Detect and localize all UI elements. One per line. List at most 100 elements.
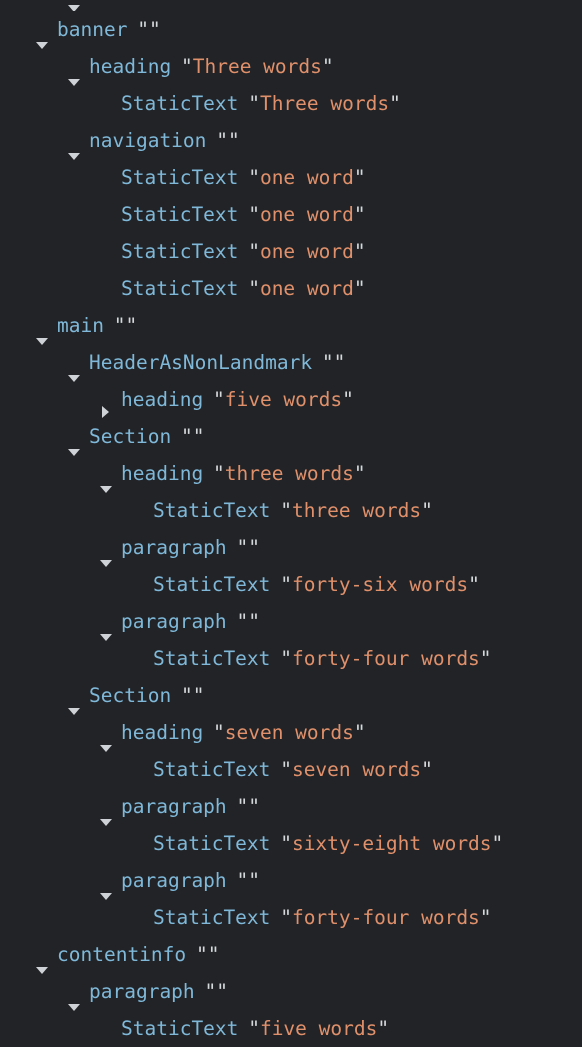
open-quote: ": [236, 795, 249, 818]
tree-row[interactable]: StaticText "one word": [0, 196, 582, 233]
open-quote: ": [180, 425, 193, 448]
tree-row-role: paragraph: [89, 980, 195, 1003]
tree-row-value: one word: [259, 166, 354, 189]
expand-triangle-right-icon[interactable]: [99, 381, 121, 418]
expand-triangle-down-icon[interactable]: [67, 0, 89, 11]
open-quote: ": [195, 943, 208, 966]
tree-row-role: paragraph: [121, 536, 227, 559]
tree-row-role: StaticText: [153, 758, 271, 781]
close-quote: ": [353, 462, 366, 485]
tree-row-role: heading: [89, 55, 172, 78]
tree-row-content: StaticText "seven words": [0, 758, 433, 781]
open-quote: ": [248, 92, 260, 115]
no-twisty-spacer: [131, 825, 153, 862]
expand-triangle-down-icon[interactable]: [67, 677, 89, 715]
open-quote: ": [280, 499, 292, 522]
open-quote: ": [248, 240, 260, 263]
no-twisty-spacer: [131, 640, 153, 677]
tree-row[interactable]: StaticText "three words": [0, 492, 582, 529]
expand-triangle-down-icon[interactable]: [35, 936, 57, 974]
tree-row-content: paragraph "": [0, 869, 260, 900]
tree-row[interactable]: heading "three words": [0, 455, 582, 493]
tree-row-content: StaticText "five words": [0, 1017, 389, 1040]
tree-row[interactable]: paragraph "": [0, 973, 582, 1011]
tree-row-value: one word: [259, 240, 354, 263]
tree-row-content: StaticText "one word": [0, 203, 366, 226]
open-quote: ": [280, 832, 292, 855]
close-quote: ": [216, 980, 228, 1003]
close-quote: ": [468, 573, 480, 596]
close-quote: ": [353, 240, 366, 263]
tree-row[interactable]: "": [0, 0, 582, 11]
tree-row[interactable]: StaticText "one word": [0, 270, 582, 307]
tree-row[interactable]: StaticText "one word": [0, 159, 582, 196]
open-quote: ": [113, 314, 126, 337]
tree-row-role: Section: [89, 684, 172, 707]
expand-triangle-down-icon[interactable]: [99, 603, 121, 641]
tree-row[interactable]: paragraph "": [0, 788, 582, 826]
tree-row-role: banner: [57, 18, 128, 41]
tree-row-role: StaticText: [121, 240, 239, 263]
tree-row[interactable]: StaticText "one word": [0, 233, 582, 270]
expand-triangle-down-icon[interactable]: [67, 48, 89, 86]
tree-row-role: main: [57, 314, 104, 337]
tree-row-content: paragraph "": [0, 795, 260, 826]
tree-row-content: paragraph "": [0, 980, 228, 1011]
tree-row[interactable]: heading "five words": [0, 381, 582, 418]
tree-row[interactable]: main "": [0, 307, 582, 345]
tree-row-role: StaticText: [121, 203, 239, 226]
expand-triangle-down-icon[interactable]: [99, 788, 121, 826]
tree-row[interactable]: StaticText "forty-six words": [0, 566, 582, 603]
tree-row[interactable]: heading "Three words": [0, 48, 582, 86]
expand-triangle-down-icon[interactable]: [67, 344, 89, 382]
tree-row-value: three words: [224, 462, 354, 485]
expand-triangle-down-icon[interactable]: [99, 455, 121, 493]
open-quote: ": [216, 129, 228, 152]
tree-row[interactable]: StaticText "forty-four words": [0, 640, 582, 677]
tree-row[interactable]: banner "": [0, 11, 582, 49]
expand-triangle-down-icon[interactable]: [67, 122, 89, 160]
tree-row[interactable]: contentinfo "": [0, 936, 582, 974]
tree-row[interactable]: navigation "": [0, 122, 582, 160]
expand-triangle-down-icon[interactable]: [99, 714, 121, 752]
close-quote: ": [389, 92, 401, 115]
tree-row-content: heading "seven words": [0, 721, 366, 752]
tree-row[interactable]: StaticText "forty-four words": [0, 899, 582, 936]
accessibility-tree[interactable]: ""banner""heading"Three words"StaticText…: [0, 0, 582, 1046]
tree-row[interactable]: paragraph "": [0, 862, 582, 900]
close-quote: ": [353, 277, 366, 300]
tree-row[interactable]: StaticText "seven words": [0, 751, 582, 788]
close-quote: ": [491, 832, 504, 855]
tree-row-content: HeaderAsNonLandmark "": [0, 351, 345, 382]
tree-row[interactable]: heading "seven words": [0, 714, 582, 752]
tree-row-value: Three words: [192, 55, 322, 78]
tree-row[interactable]: paragraph "": [0, 529, 582, 567]
tree-row[interactable]: StaticText "sixty-eight words": [0, 825, 582, 862]
tree-row[interactable]: Section "": [0, 677, 582, 715]
tree-row-value: forty-six words: [291, 573, 469, 596]
expand-triangle-down-icon[interactable]: [67, 973, 89, 1011]
tree-row[interactable]: StaticText "five words": [0, 1010, 582, 1047]
tree-row-role: paragraph: [121, 610, 227, 633]
tree-row[interactable]: StaticText "Three words": [0, 85, 582, 122]
close-quote: ": [421, 758, 433, 781]
tree-row[interactable]: Section "": [0, 418, 582, 456]
tree-row-content: StaticText "one word": [0, 240, 366, 263]
tree-row-value: five words: [224, 388, 343, 411]
close-quote: ": [479, 647, 492, 670]
open-quote: ": [204, 980, 217, 1003]
tree-row[interactable]: HeaderAsNonLandmark "": [0, 344, 582, 382]
expand-triangle-down-icon[interactable]: [99, 529, 121, 567]
close-quote: ": [192, 425, 205, 448]
tree-row-role: StaticText: [153, 647, 271, 670]
expand-triangle-down-icon[interactable]: [67, 418, 89, 456]
expand-triangle-down-icon[interactable]: [35, 11, 57, 49]
open-quote: ": [248, 277, 260, 300]
tree-row[interactable]: paragraph "": [0, 603, 582, 641]
tree-row-content: StaticText "forty-four words": [0, 906, 492, 929]
tree-row-content: contentinfo "": [0, 943, 219, 974]
expand-triangle-down-icon[interactable]: [35, 307, 57, 345]
tree-row-content: StaticText "forty-six words": [0, 573, 480, 596]
expand-triangle-down-icon[interactable]: [99, 862, 121, 900]
tree-row-content: StaticText "one word": [0, 277, 366, 300]
